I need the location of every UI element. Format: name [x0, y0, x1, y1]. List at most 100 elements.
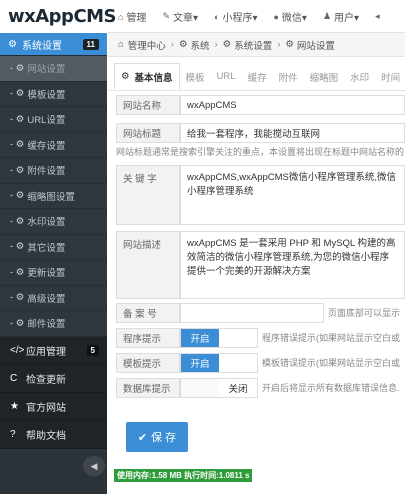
sidebar-subitem[interactable]: - ⚙ URL设置: [0, 107, 107, 133]
keywords-label: 关 键 字: [116, 165, 180, 225]
tab-basic-info[interactable]: ⚙ 基本信息: [114, 63, 180, 90]
sidebar-subitem[interactable]: - ⚙ 模板设置: [0, 81, 107, 107]
top-nav-item[interactable]: ♟ 用户▾: [315, 0, 367, 33]
tpl-tips-row: 模板提示 开启 模板错误提示(如果网站显示空白或: [116, 353, 405, 373]
sidebar-item[interactable]: ? 帮助文档: [0, 420, 107, 449]
refresh-icon: C: [10, 372, 18, 384]
top-nav-label: 小程序▾: [222, 13, 258, 24]
breadcrumb: ⌂ 管理中心 › ⚙ 系统 › ⚙ 系统设置 › ⚙ 网站设置: [108, 33, 405, 57]
site-name-input[interactable]: wxAppCMS: [180, 95, 405, 115]
top-nav-label: 微信▾: [281, 13, 307, 24]
tab-thumbnail[interactable]: 缩略图: [304, 63, 345, 90]
home-icon: ⌂: [118, 11, 124, 22]
sidebar-item[interactable]: </> 应用管理 5: [0, 336, 107, 365]
tpl-tips-toggle[interactable]: 开启: [180, 353, 258, 373]
more-icon: ◂: [375, 11, 380, 21]
tab-url[interactable]: URL: [211, 63, 242, 90]
toggle-knob: [219, 354, 257, 372]
tab-attachment[interactable]: 附件: [273, 63, 304, 90]
top-nav-item[interactable]: ◐ 小程序▾: [206, 0, 265, 33]
sidebar-subitem-label: 缩略图设置: [27, 191, 75, 203]
keywords-textarea[interactable]: wxAppCMS,wxAppCMS微信小程序管理系统,微信小程序管理系统: [180, 165, 405, 225]
sidebar-item-label: 应用管理: [26, 346, 66, 358]
sidebar-subitem[interactable]: - ⚙ 网站设置: [0, 56, 107, 82]
breadcrumb-item[interactable]: 管理中心: [128, 38, 166, 52]
top-nav-label: 文章▾: [172, 13, 199, 24]
sidebar-item-system-settings[interactable]: ⚙ 系统设置 11: [0, 33, 107, 56]
gear-icon: ⚙: [178, 39, 188, 50]
app-tips-toggle[interactable]: 开启: [180, 328, 258, 348]
description-label: 网站描述: [116, 231, 180, 299]
gear-icon: - ⚙: [10, 113, 25, 125]
toggle-on: 开启: [181, 329, 219, 347]
sidebar: ⚙ 系统设置 11 - ⚙ 网站设置 - ⚙ 模板设置 - ⚙ URL设置 - ⚙ 缓存设置 -…: [0, 33, 107, 494]
count-badge: 5: [86, 344, 99, 356]
sidebar-subitem-label: 更新设置: [27, 268, 66, 280]
site-name-label: 网站名称: [116, 95, 180, 115]
sidebar-subitem[interactable]: - ⚙ 其它设置: [0, 234, 107, 260]
app-tips-help: 程序错误提示(如果网站显示空白或: [262, 333, 400, 343]
tab-watermark[interactable]: 水印: [344, 63, 375, 90]
app-tips-label: 程序提示: [116, 328, 180, 348]
sidebar-subitem-label: 附件设置: [27, 166, 66, 178]
collapse-sidebar-button[interactable]: ◀: [83, 456, 105, 476]
sidebar-subitem-label: 邮件设置: [27, 319, 66, 331]
top-nav-item[interactable]: ⌂ 管理: [110, 0, 154, 33]
settings-tabs: ⚙ 基本信息 模板 URL 缓存 附件 缩略图 水印 时间: [108, 63, 405, 91]
gear-icon: - ⚙: [10, 266, 25, 278]
top-nav-item[interactable]: ✎ 文章▾: [154, 0, 206, 33]
tab-template[interactable]: 模板: [180, 63, 211, 90]
gear-icon: - ⚙: [10, 241, 25, 253]
breadcrumb-item[interactable]: 系统设置: [234, 38, 272, 52]
save-button[interactable]: ✔ 保 存: [126, 422, 188, 452]
sidebar-subitem[interactable]: - ⚙ 邮件设置: [0, 311, 107, 337]
tab-time[interactable]: 时间: [375, 63, 405, 90]
app-tips-row: 程序提示 开启 程序错误提示(如果网站显示空白或: [116, 328, 405, 348]
sidebar-item[interactable]: ★ 官方网站: [0, 392, 107, 421]
sidebar-subitem[interactable]: - ⚙ 附件设置: [0, 158, 107, 184]
description-row: 网站描述 wxAppCMS 是一套采用 PHP 和 MySQL 构建的高效简洁的…: [116, 231, 405, 299]
toggle-knob: [219, 329, 257, 347]
sidebar-item[interactable]: C 检查更新: [0, 364, 107, 393]
help-icon: ?: [10, 428, 16, 440]
icp-help: 页面底部可以显示 I: [328, 308, 401, 318]
sidebar-subitem[interactable]: - ⚙ 缩略图设置: [0, 183, 107, 209]
gear-icon: - ⚙: [10, 164, 25, 176]
breadcrumb-item[interactable]: 系统: [190, 38, 209, 52]
top-nav: ⌂ 管理 ✎ 文章▾ ◐ 小程序▾ ● 微信▾ ♟ 用户▾ ◂: [110, 0, 391, 33]
icp-input[interactable]: [180, 303, 324, 323]
sidebar-subitem[interactable]: - ⚙ 更新设置: [0, 260, 107, 286]
sidebar-item-label: 帮助文档: [26, 430, 66, 442]
tpl-tips-label: 模板提示: [116, 353, 180, 373]
top-nav-item[interactable]: ● 微信▾: [265, 0, 314, 33]
tab-cache[interactable]: 缓存: [242, 63, 273, 90]
gear-icon: - ⚙: [10, 139, 25, 151]
description-textarea[interactable]: wxAppCMS 是一套采用 PHP 和 MySQL 构建的高效简洁的微信小程序…: [180, 231, 405, 299]
db-tips-toggle[interactable]: 关闭: [180, 378, 258, 398]
wechat-icon: ●: [273, 11, 279, 22]
site-title-row: 网站标题 给我一套程序，我能搅动互联网: [116, 123, 405, 143]
sidebar-subitem-label: URL设置: [27, 115, 66, 127]
gear-icon: - ⚙: [10, 292, 25, 304]
sidebar-subitem-label: 缓存设置: [27, 140, 66, 152]
sidebar-item-label: 系统设置: [22, 40, 62, 52]
site-title-help-row: 网站标题通常是搜索引擎关注的重点，本设置将出现在标题中网站名称的: [116, 145, 405, 157]
sidebar-subitem[interactable]: - ⚙ 高级设置: [0, 285, 107, 311]
sidebar-subitem-label: 其它设置: [27, 242, 66, 254]
sidebar-item-label: 检查更新: [26, 374, 66, 386]
logo[interactable]: wxAppCMS: [0, 0, 117, 33]
keywords-row: 关 键 字 wxAppCMS,wxAppCMS微信小程序管理系统,微信小程序管理…: [116, 165, 405, 225]
gear-icon: ⚙: [121, 71, 130, 82]
user-icon: ♟: [322, 11, 332, 21]
site-title-input[interactable]: 给我一套程序，我能搅动互联网: [180, 123, 405, 143]
sidebar-subitem[interactable]: - ⚙ 缓存设置: [0, 132, 107, 158]
star-icon: ★: [10, 400, 19, 412]
gear-icon: - ⚙: [10, 190, 25, 202]
gear-icon: ⚙: [222, 39, 232, 50]
sidebar-subitem-label: 模板设置: [27, 89, 66, 101]
sidebar-item-label: 官方网站: [26, 402, 66, 414]
top-nav-item[interactable]: ◂: [367, 0, 391, 33]
gear-icon: - ⚙: [10, 317, 25, 329]
site-title-label: 网站标题: [116, 123, 180, 143]
sidebar-subitem[interactable]: - ⚙ 水印设置: [0, 209, 107, 235]
